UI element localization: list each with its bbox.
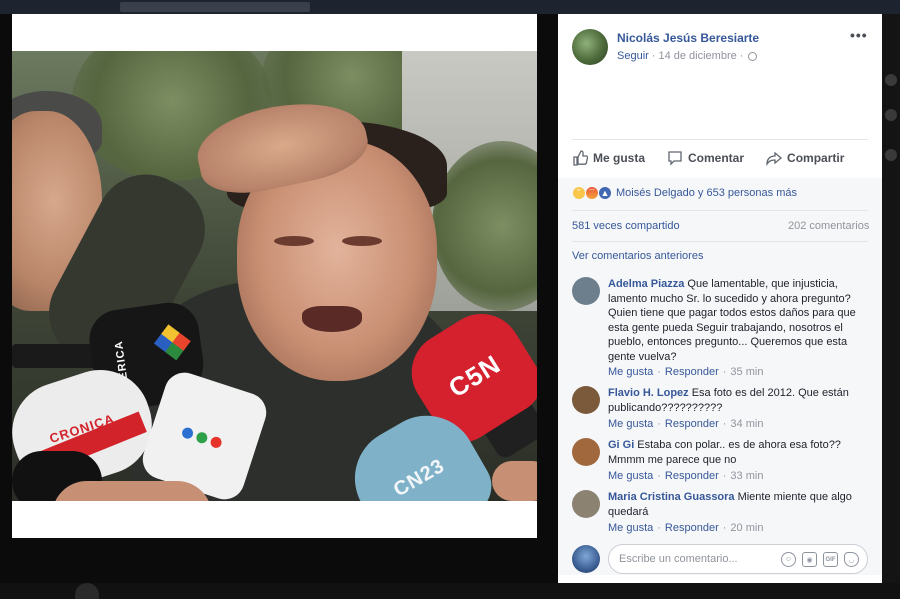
separator: ·: [722, 418, 727, 430]
comment-body: Maria Cristina Guassora Miente miente que…: [608, 490, 870, 519]
separator: ·: [722, 522, 727, 534]
photo-man-eye: [274, 236, 314, 246]
sad-reaction-icon: ˘: [572, 186, 586, 200]
like-button[interactable]: Me gusta: [572, 150, 645, 166]
globe-icon[interactable]: [748, 51, 758, 61]
divider: [572, 241, 868, 242]
comment-text: Estaba con polar.. es de ahora esa foto?…: [608, 439, 841, 466]
comment-like-link[interactable]: Me gusta: [608, 522, 653, 534]
reactions-summary[interactable]: ˘ ¯ ▲ Moisés Delgado y 653 personas más: [572, 186, 797, 200]
commenter-name[interactable]: Maria Cristina Guassora: [608, 491, 735, 503]
follow-button[interactable]: Seguir: [617, 50, 649, 62]
comment-body: Flavio H. Lopez Esa foto es del 2012. Que…: [608, 386, 870, 415]
comment-button[interactable]: Comentar: [667, 150, 744, 166]
share-button[interactable]: Compartir: [766, 150, 844, 166]
author-meta: Seguir · 14 de diciembre ·: [617, 50, 758, 62]
microphone-c5n-label: C5N: [442, 348, 506, 403]
photo-man-mouth: [302, 306, 362, 332]
separator: ·: [657, 418, 661, 430]
angry-reaction-icon: ¯: [585, 186, 599, 200]
more-options-icon[interactable]: •••: [850, 27, 868, 43]
comment-reply-link[interactable]: Responder: [665, 418, 719, 430]
reactions-names[interactable]: Moisés Delgado y 653 personas más: [616, 187, 797, 199]
comment-actions: Me gusta · Responder · 33 min: [608, 470, 763, 482]
comment-body: Adelma Piazza Que lamentable, que injusti…: [608, 277, 870, 364]
america-logo-icon: [153, 324, 191, 361]
photo-hands: [52, 481, 212, 501]
separator: ·: [657, 470, 661, 482]
commenter-avatar[interactable]: [572, 386, 600, 414]
meta-separator: ·: [651, 50, 656, 62]
like-label: Me gusta: [593, 151, 646, 165]
post-actions: Me gusta Comentar Compartir: [572, 148, 868, 168]
comment-icon: [668, 151, 682, 166]
background-right-rail: [882, 14, 900, 599]
background-avatar: [75, 583, 99, 599]
separator: ·: [722, 366, 727, 378]
view-previous-comments-link[interactable]: Ver comentarios anteriores: [572, 250, 703, 262]
commenter-avatar[interactable]: [572, 490, 600, 518]
author-name[interactable]: Nicolás Jesús Beresiarte: [617, 31, 759, 45]
emoji-icon[interactable]: ☺: [781, 552, 796, 567]
comment-text: Que lamentable, que injusticia, lamento …: [608, 278, 856, 363]
divider: [572, 210, 868, 211]
comment-reply-link[interactable]: Responder: [665, 470, 719, 482]
separator: ·: [657, 522, 661, 534]
commenter-name[interactable]: Flavio H. Lopez: [608, 387, 689, 399]
rail-avatar: [885, 74, 897, 86]
comment-count[interactable]: 202 comentarios: [788, 220, 869, 232]
comment-like-link[interactable]: Me gusta: [608, 470, 653, 482]
comment-time[interactable]: 35 min: [730, 366, 763, 378]
comment-actions: Me gusta · Responder · 34 min: [608, 418, 763, 430]
gif-icon[interactable]: GIF: [823, 552, 838, 567]
composer-icons: ☺ ◉ GIF ◡: [781, 552, 859, 567]
thumbs-up-icon: [573, 150, 588, 166]
author-avatar[interactable]: [572, 29, 608, 65]
current-user-avatar: [572, 545, 600, 573]
post-photo[interactable]: AMERICA CRONICA C5N CN23: [12, 51, 537, 501]
rail-avatar: [885, 109, 897, 121]
post-date[interactable]: 14 de diciembre: [658, 50, 736, 62]
microphone-cn23-label: CN23: [389, 454, 449, 501]
divider: [572, 139, 868, 140]
post-sidebar: Nicolás Jesús Beresiarte Seguir · 14 de …: [558, 14, 882, 583]
rail-avatar: [885, 149, 897, 161]
share-count[interactable]: 581 veces compartido: [572, 220, 680, 232]
camera-icon[interactable]: ◉: [802, 552, 817, 567]
comment-reply-link[interactable]: Responder: [665, 366, 719, 378]
commenter-name[interactable]: Adelma Piazza: [608, 278, 684, 290]
comment-actions: Me gusta · Responder · 35 min: [608, 366, 763, 378]
background-search-bar: [120, 2, 310, 12]
sticker-icon[interactable]: ◡: [844, 552, 859, 567]
photo-viewer: AMERICA CRONICA C5N CN23: [12, 14, 537, 538]
comment-label: Comentar: [688, 151, 745, 165]
meta-separator: ·: [739, 50, 744, 62]
comment-like-link[interactable]: Me gusta: [608, 366, 653, 378]
comment-time[interactable]: 20 min: [730, 522, 763, 534]
separator: ·: [657, 366, 661, 378]
comment-time[interactable]: 33 min: [730, 470, 763, 482]
comment-composer[interactable]: ☺ ◉ GIF ◡: [608, 544, 868, 574]
telefe-logo-icon: [180, 426, 224, 450]
share-label: Compartir: [787, 151, 845, 165]
like-reaction-icon: ▲: [598, 186, 612, 200]
comment-body: Gi Gi Estaba con polar.. es de ahora esa …: [608, 438, 870, 467]
comment-time[interactable]: 34 min: [730, 418, 763, 430]
comment-reply-link[interactable]: Responder: [665, 522, 719, 534]
commenter-avatar[interactable]: [572, 277, 600, 305]
comment-input[interactable]: [619, 553, 769, 565]
photo-hand-right: [492, 461, 537, 501]
share-icon: [766, 151, 783, 166]
commenter-avatar[interactable]: [572, 438, 600, 466]
background-bottom: [0, 583, 900, 599]
comment-like-link[interactable]: Me gusta: [608, 418, 653, 430]
comment-actions: Me gusta · Responder · 20 min: [608, 522, 763, 534]
background-top-bar: [0, 0, 900, 14]
photo-man-eye: [342, 236, 382, 246]
commenter-name[interactable]: Gi Gi: [608, 439, 634, 451]
separator: ·: [722, 470, 727, 482]
